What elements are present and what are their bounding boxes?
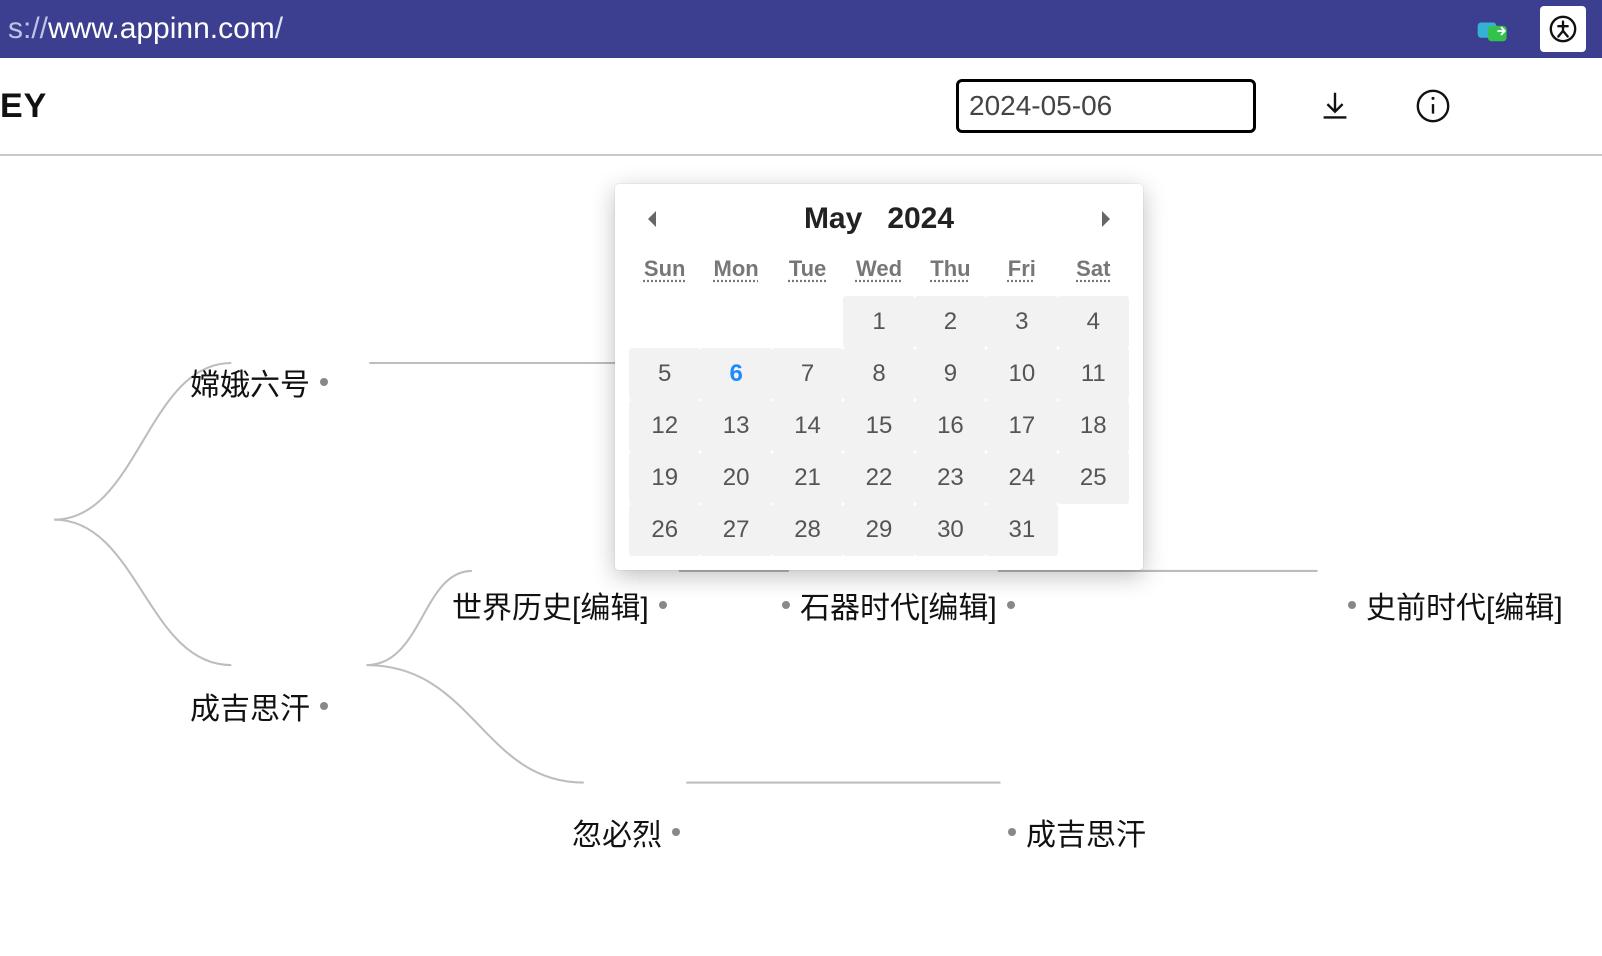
calendar-empty-cell	[700, 296, 771, 348]
calendar-day[interactable]: 16	[915, 400, 986, 452]
mindmap-node[interactable]: 成吉思汗	[190, 684, 328, 728]
url-protocol: s://	[8, 12, 48, 45]
node-label: 史前时代[编辑]	[1366, 583, 1563, 627]
calendar-day[interactable]: 19	[629, 452, 700, 504]
calendar-day[interactable]: 2	[915, 296, 986, 348]
calendar-day[interactable]: 1	[843, 296, 914, 348]
next-month-button[interactable]	[1093, 206, 1119, 232]
calendar-day[interactable]: 25	[1058, 452, 1129, 504]
prev-month-button[interactable]	[639, 206, 665, 232]
node-connector-dot	[1007, 601, 1015, 609]
calendar-day[interactable]: 3	[986, 296, 1057, 348]
dow-header: Tue	[772, 246, 843, 296]
date-input[interactable]	[956, 79, 1256, 133]
calendar-day[interactable]: 11	[1058, 348, 1129, 400]
node-connector-dot	[782, 601, 790, 609]
calendar-day[interactable]: 24	[986, 452, 1057, 504]
calendar-day[interactable]: 17	[986, 400, 1057, 452]
download-button[interactable]	[1316, 87, 1354, 125]
calendar-day[interactable]: 6	[700, 348, 771, 400]
chevron-right-icon	[1098, 209, 1114, 229]
dow-header: Mon	[700, 246, 771, 296]
calendar-day[interactable]: 8	[843, 348, 914, 400]
calendar-empty-cell	[629, 296, 700, 348]
calendar-day[interactable]: 18	[1058, 400, 1129, 452]
info-icon	[1414, 87, 1452, 125]
info-button[interactable]	[1414, 87, 1452, 125]
extension-translate-icon[interactable]	[1476, 17, 1510, 41]
mindmap-node[interactable]: 嫦娥六号	[190, 360, 328, 404]
calendar-day[interactable]: 27	[700, 504, 771, 556]
node-connector-dot	[672, 828, 680, 836]
calendar-day[interactable]: 21	[772, 452, 843, 504]
node-label: 成吉思汗	[1026, 810, 1146, 854]
dow-header: Thu	[915, 246, 986, 296]
calendar-day[interactable]: 28	[772, 504, 843, 556]
dow-header: Fri	[986, 246, 1057, 296]
month-label: May	[804, 202, 862, 235]
calendar-day[interactable]: 26	[629, 504, 700, 556]
calendar-day[interactable]: 22	[843, 452, 914, 504]
node-connector-dot	[1008, 828, 1016, 836]
calendar-day[interactable]: 9	[915, 348, 986, 400]
node-label: 成吉思汗	[190, 684, 310, 728]
dow-header: Wed	[843, 246, 914, 296]
year-label: 2024	[887, 202, 954, 235]
browser-address-bar: s://www.appinn.com/	[0, 0, 1602, 58]
calendar-day[interactable]: 5	[629, 348, 700, 400]
dow-header: Sun	[629, 246, 700, 296]
calendar-day[interactable]: 12	[629, 400, 700, 452]
mindmap-node[interactable]: 史前时代[编辑]	[1348, 583, 1563, 627]
download-icon	[1316, 87, 1354, 125]
calendar-day[interactable]: 31	[986, 504, 1057, 556]
extension-tree-icon[interactable]	[1540, 6, 1586, 52]
calendar-day[interactable]: 13	[700, 400, 771, 452]
node-label: 忽必烈	[572, 810, 662, 854]
calendar-day[interactable]: 20	[700, 452, 771, 504]
app-header: EY	[0, 58, 1602, 156]
calendar-day[interactable]: 7	[772, 348, 843, 400]
node-label: 世界历史[编辑]	[452, 583, 649, 627]
chevron-left-icon	[644, 209, 660, 229]
node-label: 石器时代[编辑]	[800, 583, 997, 627]
node-connector-dot	[320, 378, 328, 386]
mindmap-node[interactable]: 世界历史[编辑]	[452, 583, 667, 627]
calendar-day[interactable]: 14	[772, 400, 843, 452]
mindmap-node[interactable]: 成吉思汗	[1008, 810, 1146, 854]
dow-header: Sat	[1058, 246, 1129, 296]
calendar-day[interactable]: 29	[843, 504, 914, 556]
calendar-day[interactable]: 30	[915, 504, 986, 556]
date-picker-popover: May 2024 SunMonTueWedThuFriSat1234567891…	[615, 184, 1143, 570]
page-title: EY	[0, 87, 47, 126]
calendar-day[interactable]: 4	[1058, 296, 1129, 348]
node-label: 嫦娥六号	[190, 360, 310, 404]
calendar-empty-cell	[772, 296, 843, 348]
url-path: /	[275, 12, 283, 45]
node-connector-dot	[1348, 601, 1356, 609]
node-connector-dot	[659, 601, 667, 609]
url-display[interactable]: s://www.appinn.com/	[8, 12, 1476, 46]
mindmap-node[interactable]: 石器时代[编辑]	[782, 583, 1015, 627]
calendar-day[interactable]: 10	[986, 348, 1057, 400]
calendar-day[interactable]: 23	[915, 452, 986, 504]
calendar-day[interactable]: 15	[843, 400, 914, 452]
month-year-label: May 2024	[804, 202, 954, 236]
url-host: www.appinn.com	[48, 12, 275, 45]
node-connector-dot	[320, 702, 328, 710]
calendar-grid: SunMonTueWedThuFriSat1234567891011121314…	[629, 246, 1129, 556]
mindmap-node[interactable]: 忽必烈	[572, 810, 680, 854]
